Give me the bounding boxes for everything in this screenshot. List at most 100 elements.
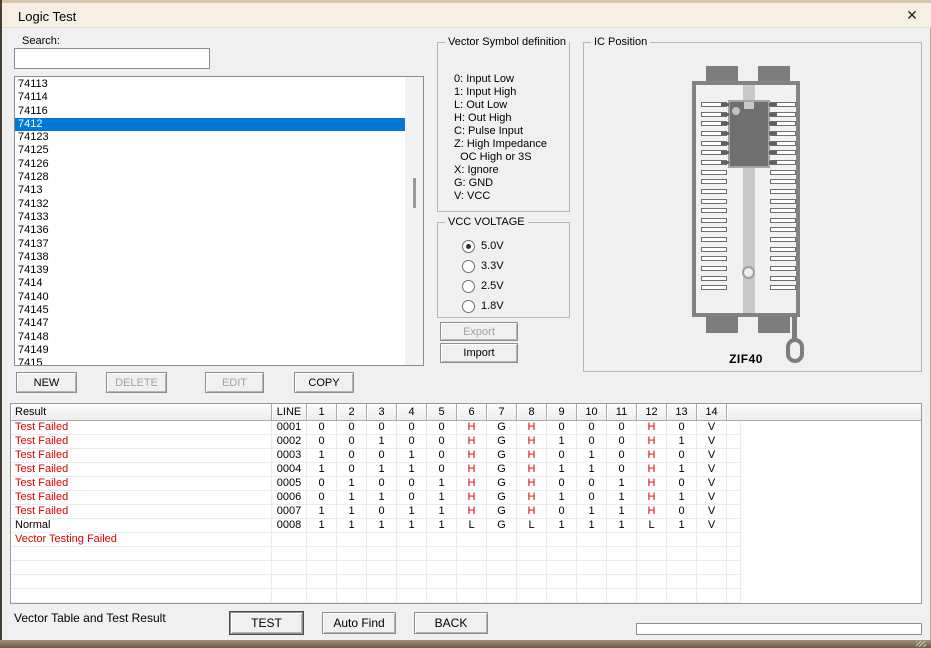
delete-button[interactable]: DELETE (106, 372, 167, 393)
vector-cell (697, 547, 727, 561)
column-header[interactable]: 12 (637, 404, 667, 421)
window-title: Logic Test (18, 9, 76, 24)
list-item[interactable]: 74140 (15, 291, 405, 304)
list-item[interactable]: 74147 (15, 317, 405, 330)
result-table[interactable]: ResultLINE1234567891011121314 Test Faile… (10, 403, 922, 604)
list-item[interactable]: 74145 (15, 304, 405, 317)
vcc-option-2.5v[interactable]: 2.5V (462, 279, 504, 293)
import-button[interactable]: Import (440, 343, 518, 363)
list-item[interactable]: 74123 (15, 131, 405, 144)
list-item[interactable]: 74128 (15, 171, 405, 184)
column-header[interactable]: 8 (517, 404, 547, 421)
table-row[interactable] (11, 575, 741, 589)
result-table-header[interactable]: ResultLINE1234567891011121314 (11, 404, 921, 421)
column-header[interactable]: 14 (697, 404, 727, 421)
table-row[interactable]: Test Failed000100000HGH000H0V (11, 421, 741, 435)
list-item[interactable]: 74136 (15, 224, 405, 237)
search-input[interactable] (14, 48, 210, 69)
list-item[interactable]: 74125 (15, 144, 405, 157)
column-header[interactable]: 13 (667, 404, 697, 421)
vector-cell (397, 575, 427, 589)
vector-cell (337, 575, 367, 589)
radio-icon[interactable] (462, 260, 475, 273)
column-header[interactable]: 3 (367, 404, 397, 421)
chip-pin1-dot-icon (732, 107, 740, 115)
table-row[interactable] (11, 589, 741, 603)
list-item[interactable]: 74149 (15, 344, 405, 357)
vector-cell (517, 547, 547, 561)
radio-icon[interactable] (462, 300, 475, 313)
column-header[interactable]: 5 (427, 404, 457, 421)
column-header[interactable]: 9 (547, 404, 577, 421)
list-item[interactable]: 7412 (15, 118, 405, 131)
vector-cell (397, 561, 427, 575)
table-row[interactable]: Test Failed000310010HGH010H0V (11, 449, 741, 463)
list-item[interactable]: 74133 (15, 211, 405, 224)
vector-cell (517, 561, 547, 575)
vector-cell: 0 (427, 463, 457, 477)
vector-cell: H (457, 477, 487, 491)
radio-icon[interactable] (462, 240, 475, 253)
vcc-option-1.8v[interactable]: 1.8V (462, 299, 504, 313)
ic-position-title: IC Position (591, 36, 650, 48)
list-item[interactable]: 74116 (15, 105, 405, 118)
column-header[interactable]: 6 (457, 404, 487, 421)
line-cell (272, 589, 307, 603)
vector-cell: G (487, 435, 517, 449)
column-header[interactable]: 11 (607, 404, 637, 421)
list-scrollbar[interactable] (405, 77, 423, 365)
vector-cell (547, 533, 577, 547)
new-button[interactable]: NEW (16, 372, 77, 393)
copy-button[interactable]: COPY (294, 372, 354, 393)
list-item[interactable]: 74132 (15, 198, 405, 211)
list-item[interactable]: 74126 (15, 158, 405, 171)
resize-grip-icon[interactable] (916, 641, 926, 647)
list-item[interactable]: 74114 (15, 91, 405, 104)
test-button[interactable]: TEST (230, 612, 303, 634)
column-header[interactable]: 10 (577, 404, 607, 421)
table-row[interactable]: Test Failed000200100HGH100H1V (11, 435, 741, 449)
vector-cell (667, 589, 697, 603)
ic-list[interactable]: 7411374114741167412741237412574126741287… (14, 76, 424, 366)
table-row[interactable]: Test Failed000410110HGH110H1V (11, 463, 741, 477)
list-item[interactable]: 7414 (15, 277, 405, 290)
vector-cell (577, 547, 607, 561)
vector-cell: H (637, 421, 667, 435)
vector-cell (667, 561, 697, 575)
table-row[interactable] (11, 547, 741, 561)
table-row[interactable]: Test Failed000601101HGH101H1V (11, 491, 741, 505)
back-button[interactable]: BACK (414, 612, 488, 634)
vector-cell: 1 (307, 505, 337, 519)
column-header[interactable]: Result (11, 404, 272, 421)
column-header[interactable]: 7 (487, 404, 517, 421)
radio-icon[interactable] (462, 280, 475, 293)
symbol-line: Z: High Impedance (454, 138, 547, 151)
auto-find-button[interactable]: Auto Find (322, 612, 396, 634)
column-header[interactable]: 2 (337, 404, 367, 421)
table-row[interactable]: Test Failed000501001HGH001H0V (11, 477, 741, 491)
list-item[interactable]: 74139 (15, 264, 405, 277)
vcc-option-3.3v[interactable]: 3.3V (462, 259, 504, 273)
list-item[interactable]: 7415 (15, 357, 405, 366)
edit-button[interactable]: EDIT (205, 372, 264, 393)
close-icon[interactable]: ✕ (898, 5, 926, 26)
list-item[interactable]: 74138 (15, 251, 405, 264)
titlebar[interactable] (2, 3, 931, 28)
column-header[interactable]: 1 (307, 404, 337, 421)
list-item[interactable]: 74148 (15, 331, 405, 344)
table-row[interactable]: Test Failed000711011HGH011H0V (11, 505, 741, 519)
list-item[interactable]: 7413 (15, 184, 405, 197)
table-row[interactable] (11, 561, 741, 575)
list-item[interactable]: 74113 (15, 78, 405, 91)
vcc-option-5.0v[interactable]: 5.0V (462, 239, 504, 253)
line-cell (272, 561, 307, 575)
column-header[interactable]: LINE (272, 404, 307, 421)
export-button[interactable]: Export (440, 322, 518, 341)
scrollbar-thumb[interactable] (413, 178, 416, 208)
vector-cell: 0 (547, 477, 577, 491)
column-header[interactable]: 4 (397, 404, 427, 421)
table-row[interactable]: Normal000811111LGL111L1V (11, 519, 741, 533)
chip-pin-icon (769, 151, 777, 154)
table-row[interactable]: Vector Testing Failed (11, 533, 741, 547)
list-item[interactable]: 74137 (15, 238, 405, 251)
